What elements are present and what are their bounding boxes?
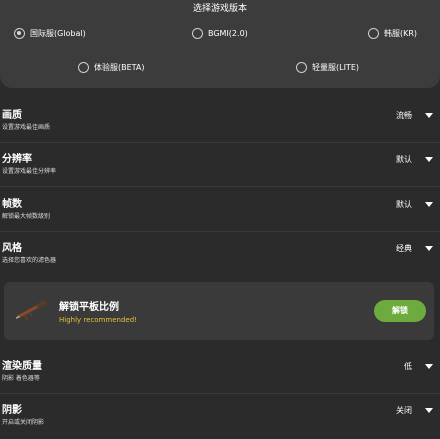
divider (0, 393, 440, 394)
divider (0, 231, 440, 232)
radio-label: 体验服(BETA) (94, 62, 145, 72)
tablet-ratio-card: 解锁平板比例 Highly recommended! 解锁 (4, 282, 434, 340)
setting-desc: 选择您喜欢的滤色器 (2, 257, 57, 264)
setting-row-resolution[interactable]: 分辨率 设置游戏最佳分辨率 默认 (0, 150, 440, 190)
setting-value[interactable]: 流畅 (396, 110, 412, 121)
chevron-down-icon[interactable] (425, 202, 433, 207)
setting-label: 阴影 (2, 405, 22, 416)
setting-label: 分辨率 (2, 154, 32, 165)
radio-unselected-icon (192, 27, 203, 39)
chevron-down-icon[interactable] (425, 408, 433, 413)
divider (0, 186, 440, 187)
card-title: 解锁平板比例 (59, 302, 119, 313)
setting-desc: 设置游戏最佳画质 (2, 124, 51, 131)
chevron-down-icon[interactable] (425, 157, 433, 162)
setting-label: 帧数 (2, 199, 22, 210)
radio-label: BGMI(2.0) (208, 28, 248, 38)
setting-desc: 开启或关闭阴影 (2, 419, 45, 426)
setting-label: 画质 (2, 110, 22, 121)
rifle-icon (15, 299, 48, 321)
radio-unselected-icon (78, 61, 89, 73)
setting-value[interactable]: 经典 (396, 243, 412, 254)
setting-row-quality[interactable]: 画质 设置游戏最佳画质 流畅 (0, 106, 440, 146)
radio-lite[interactable]: 轻量服(LITE) (296, 59, 359, 75)
divider (0, 142, 440, 143)
radio-unselected-icon (368, 27, 379, 39)
radio-label: 轻量服(LITE) (312, 62, 359, 72)
radio-label: 国际服(Global) (30, 28, 86, 38)
setting-row-render[interactable]: 渲染质量 阴影 着色器等 低 (0, 357, 440, 397)
radio-label: 韩服(KR) (384, 28, 418, 38)
version-panel-title: 选择游戏版本 (192, 4, 247, 14)
card-subtitle: Highly recommended! (59, 316, 137, 324)
setting-value[interactable]: 默认 (396, 154, 412, 165)
unlock-button[interactable]: 解锁 (374, 300, 426, 322)
radio-beta[interactable]: 体验服(BETA) (78, 59, 145, 75)
radio-bgmi[interactable]: BGMI(2.0) (192, 25, 248, 41)
setting-value[interactable]: 默认 (396, 199, 412, 210)
setting-label: 渲染质量 (2, 361, 42, 372)
setting-desc: 解锁最大帧数级别 (2, 213, 51, 220)
setting-row-shadow[interactable]: 阴影 开启或关闭阴影 关闭 (0, 401, 440, 439)
chevron-down-icon[interactable] (425, 113, 433, 118)
setting-value[interactable]: 低 (404, 361, 412, 372)
settings-screen: 选择游戏版本 国际服(Global) BGMI(2.0) 韩服(KR) 体验服(… (0, 0, 440, 439)
radio-global[interactable]: 国际服(Global) (14, 25, 86, 41)
setting-row-fps[interactable]: 帧数 解锁最大帧数级别 默认 (0, 195, 440, 235)
setting-value[interactable]: 关闭 (396, 405, 412, 416)
radio-kr[interactable]: 韩服(KR) (368, 25, 417, 41)
setting-desc: 设置游戏最佳分辨率 (2, 168, 57, 175)
radio-selected-icon (14, 27, 25, 39)
chevron-down-icon[interactable] (425, 246, 433, 251)
setting-row-style[interactable]: 风格 选择您喜欢的滤色器 经典 (0, 239, 440, 279)
radio-unselected-icon (296, 61, 307, 73)
chevron-down-icon[interactable] (425, 364, 433, 369)
setting-desc: 阴影 着色器等 (2, 375, 40, 382)
setting-label: 风格 (2, 243, 22, 254)
version-panel: 选择游戏版本 国际服(Global) BGMI(2.0) 韩服(KR) 体验服(… (0, 0, 440, 88)
